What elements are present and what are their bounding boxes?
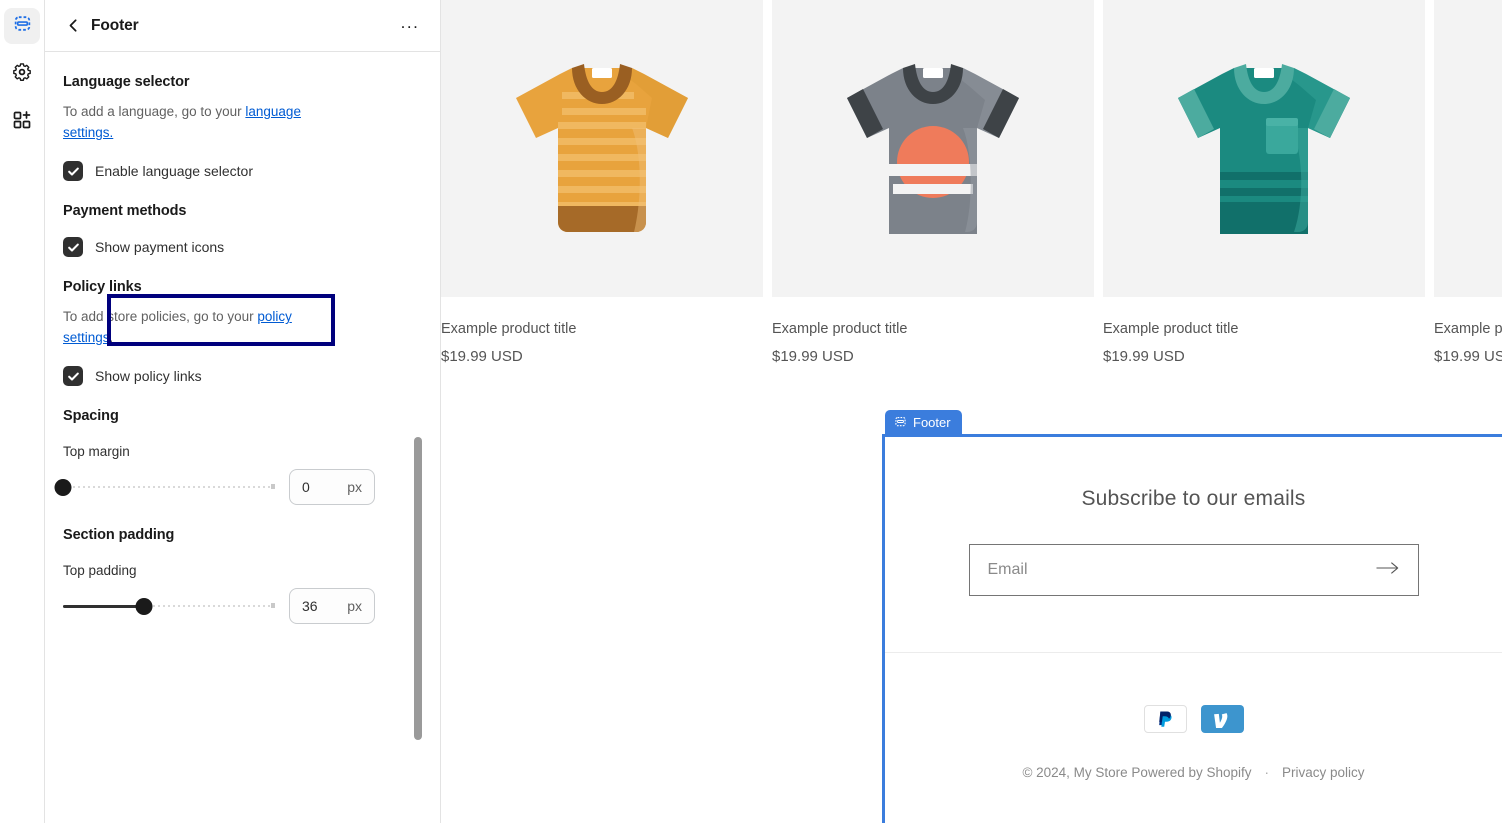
top-margin-slider[interactable] xyxy=(54,477,275,497)
group-section-padding: Section padding Top padding 36 px xyxy=(63,505,422,625)
show-policy-links-row[interactable]: Show policy links xyxy=(63,366,422,387)
panel-header: Footer ... xyxy=(45,0,440,52)
theme-editor: Footer ... Language selector To add a la… xyxy=(0,0,1502,823)
product-image xyxy=(1103,0,1425,297)
rail-item-apps[interactable] xyxy=(4,104,40,140)
shirt-teal-pocket-icon xyxy=(1178,63,1350,234)
enable-language-selector-row[interactable]: Enable language selector xyxy=(63,161,422,182)
top-margin-input[interactable]: 0 px xyxy=(289,469,375,506)
top-margin-value: 0 xyxy=(302,479,310,496)
group-title-spacing: Spacing xyxy=(63,408,119,425)
top-margin-control: 0 px xyxy=(54,469,422,506)
shirt-orange-striped-icon xyxy=(516,63,688,232)
subscribe-submit-arrow-icon[interactable] xyxy=(1375,561,1400,580)
top-padding-unit: px xyxy=(347,598,362,615)
top-margin-unit: px xyxy=(347,479,362,496)
email-input[interactable]: Email xyxy=(968,544,1419,596)
product-image xyxy=(1434,0,1502,297)
group-spacing: Spacing Top margin 0 px xyxy=(54,386,422,506)
top-margin-label: Top margin xyxy=(63,444,130,460)
sections-icon xyxy=(12,13,33,39)
slider-track xyxy=(63,486,275,489)
product-card[interactable]: Example product title $19.99 USD xyxy=(1434,0,1502,370)
product-grid: Example product title $19.99 USD Example… xyxy=(441,0,1502,370)
product-price: $19.99 USD xyxy=(1434,348,1502,365)
shirt-gray-sunset-icon xyxy=(847,63,1019,234)
product-title: Example product title xyxy=(1434,321,1502,337)
top-padding-input[interactable]: 36 px xyxy=(289,588,375,625)
group-title-language: Language selector xyxy=(63,74,190,90)
product-image xyxy=(441,0,763,297)
enable-language-selector-label: Enable language selector xyxy=(95,163,254,180)
product-price: $19.99 USD xyxy=(772,348,854,365)
policy-help-text: To add store policies, go to your policy… xyxy=(63,307,333,348)
footer-copyright: © 2024, My Store Powered by Shopify · Pr… xyxy=(885,733,1502,780)
email-placeholder: Email xyxy=(987,561,1028,578)
group-payment-methods: Payment methods Show payment icons xyxy=(63,181,422,258)
rail-item-theme-settings[interactable] xyxy=(4,56,40,92)
show-policy-links-checkbox[interactable] xyxy=(63,366,83,387)
panel-scrollbar[interactable] xyxy=(414,437,422,740)
show-payment-icons-label: Show payment icons xyxy=(95,239,225,256)
rail-item-sections[interactable] xyxy=(4,8,40,44)
sections-icon xyxy=(894,415,907,431)
enable-language-selector-checkbox[interactable] xyxy=(63,161,83,182)
show-policy-links-label: Show policy links xyxy=(95,368,202,385)
slider-fill xyxy=(63,604,144,608)
group-title-payment: Payment methods xyxy=(63,203,187,220)
paypal-icon xyxy=(1143,705,1187,733)
subscribe-title: Subscribe to our emails xyxy=(1081,487,1306,510)
left-icon-rail xyxy=(0,0,45,823)
product-card[interactable]: Example product title $19.99 USD xyxy=(772,0,1103,370)
top-padding-label: Top padding xyxy=(63,563,137,579)
product-price: $19.99 USD xyxy=(1103,348,1185,365)
top-padding-value: 36 xyxy=(302,598,318,615)
section-badge-footer[interactable]: Footer xyxy=(885,410,962,435)
product-image xyxy=(772,0,1094,297)
slider-end-tick xyxy=(271,484,275,490)
copyright-separator: · xyxy=(1264,765,1270,780)
product-title: Example product title xyxy=(441,321,577,337)
show-payment-icons-checkbox[interactable] xyxy=(63,237,83,258)
subscribe-block: Subscribe to our emails Email xyxy=(885,437,1502,596)
copyright-text: © 2024, My Store Powered by Shopify xyxy=(1022,765,1252,780)
product-card[interactable]: Example product title $19.99 USD xyxy=(441,0,772,370)
gear-icon xyxy=(12,62,32,87)
slider-knob[interactable] xyxy=(135,597,153,615)
top-padding-slider[interactable] xyxy=(63,596,275,616)
product-title: Example product title xyxy=(1103,321,1239,337)
language-help-text: To add a language, go to your language s… xyxy=(63,102,333,143)
group-language-selector: Language selector To add a language, go … xyxy=(63,52,422,182)
group-title-section-padding: Section padding xyxy=(63,527,175,544)
apps-add-icon xyxy=(12,110,32,135)
group-title-policy: Policy links xyxy=(63,279,142,296)
language-help-prefix: To add a language, go to your xyxy=(63,104,246,119)
back-button[interactable] xyxy=(63,16,83,36)
section-settings-panel: Footer ... Language selector To add a la… xyxy=(45,0,441,823)
page-title: Footer xyxy=(91,16,139,34)
top-padding-control: 36 px xyxy=(63,588,422,625)
venmo-icon xyxy=(1200,705,1244,733)
product-title: Example product title xyxy=(772,321,908,337)
group-policy-links: Policy links To add store policies, go t… xyxy=(63,257,422,387)
slider-end-tick xyxy=(271,603,275,609)
product-price: $19.99 USD xyxy=(441,348,523,365)
theme-preview: Example product title $19.99 USD Example… xyxy=(441,0,1502,823)
privacy-policy-link[interactable]: Privacy policy xyxy=(1282,765,1365,780)
panel-body: Language selector To add a language, go … xyxy=(45,52,440,823)
policy-help-prefix: To add store policies, go to your xyxy=(63,309,258,325)
slider-knob[interactable] xyxy=(54,478,72,496)
policy-help-suffix: . xyxy=(109,329,114,345)
footer-section: Subscribe to our emails Email © 2024, My… xyxy=(882,434,1502,823)
section-badge-label: Footer xyxy=(913,415,951,430)
show-payment-icons-row[interactable]: Show payment icons xyxy=(63,237,422,258)
payment-icons xyxy=(885,653,1502,733)
product-card[interactable]: Example product title $19.99 USD xyxy=(1103,0,1434,370)
more-options-button[interactable]: ... xyxy=(396,12,424,40)
